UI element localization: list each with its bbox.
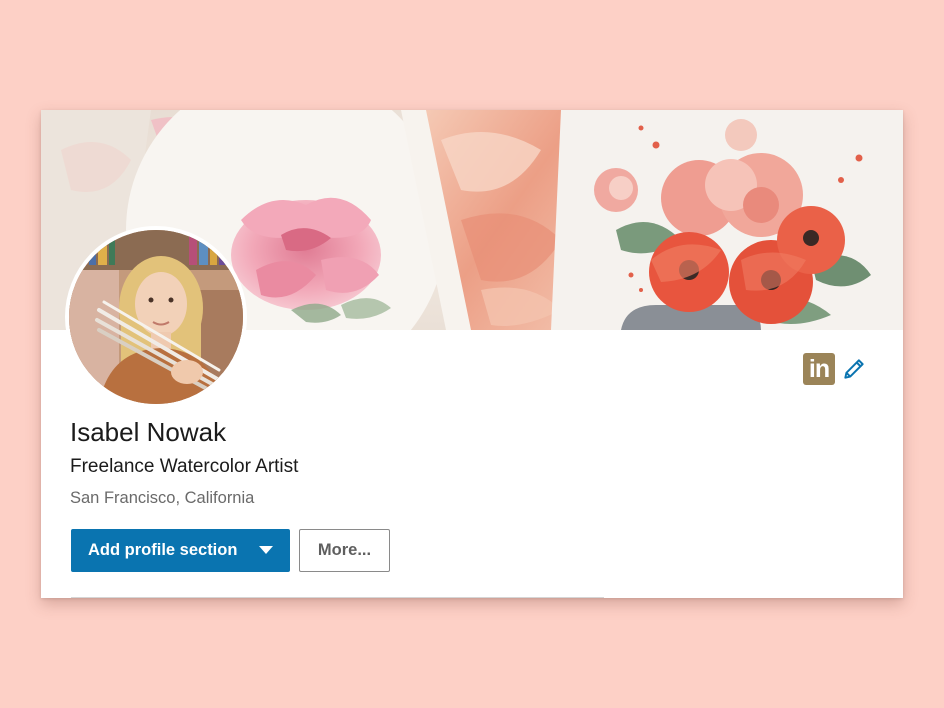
linkedin-icon[interactable]: in [803,353,835,385]
divider [71,597,604,598]
add-profile-section-label: Add profile section [88,541,238,559]
profile-name: Isabel Nowak [70,417,227,447]
profile-card: in Isabel Nowak Freelance Watercolor Art… [41,110,903,598]
add-profile-section-button[interactable]: Add profile section [71,529,290,572]
avatar[interactable] [65,226,247,408]
pencil-icon[interactable] [841,356,867,382]
caret-down-icon [259,546,273,554]
more-button[interactable]: More... [299,529,390,572]
profile-headline: Freelance Watercolor Artist [70,456,299,477]
profile-actions-icons: in [803,353,867,385]
profile-location: San Francisco, California [70,489,255,507]
